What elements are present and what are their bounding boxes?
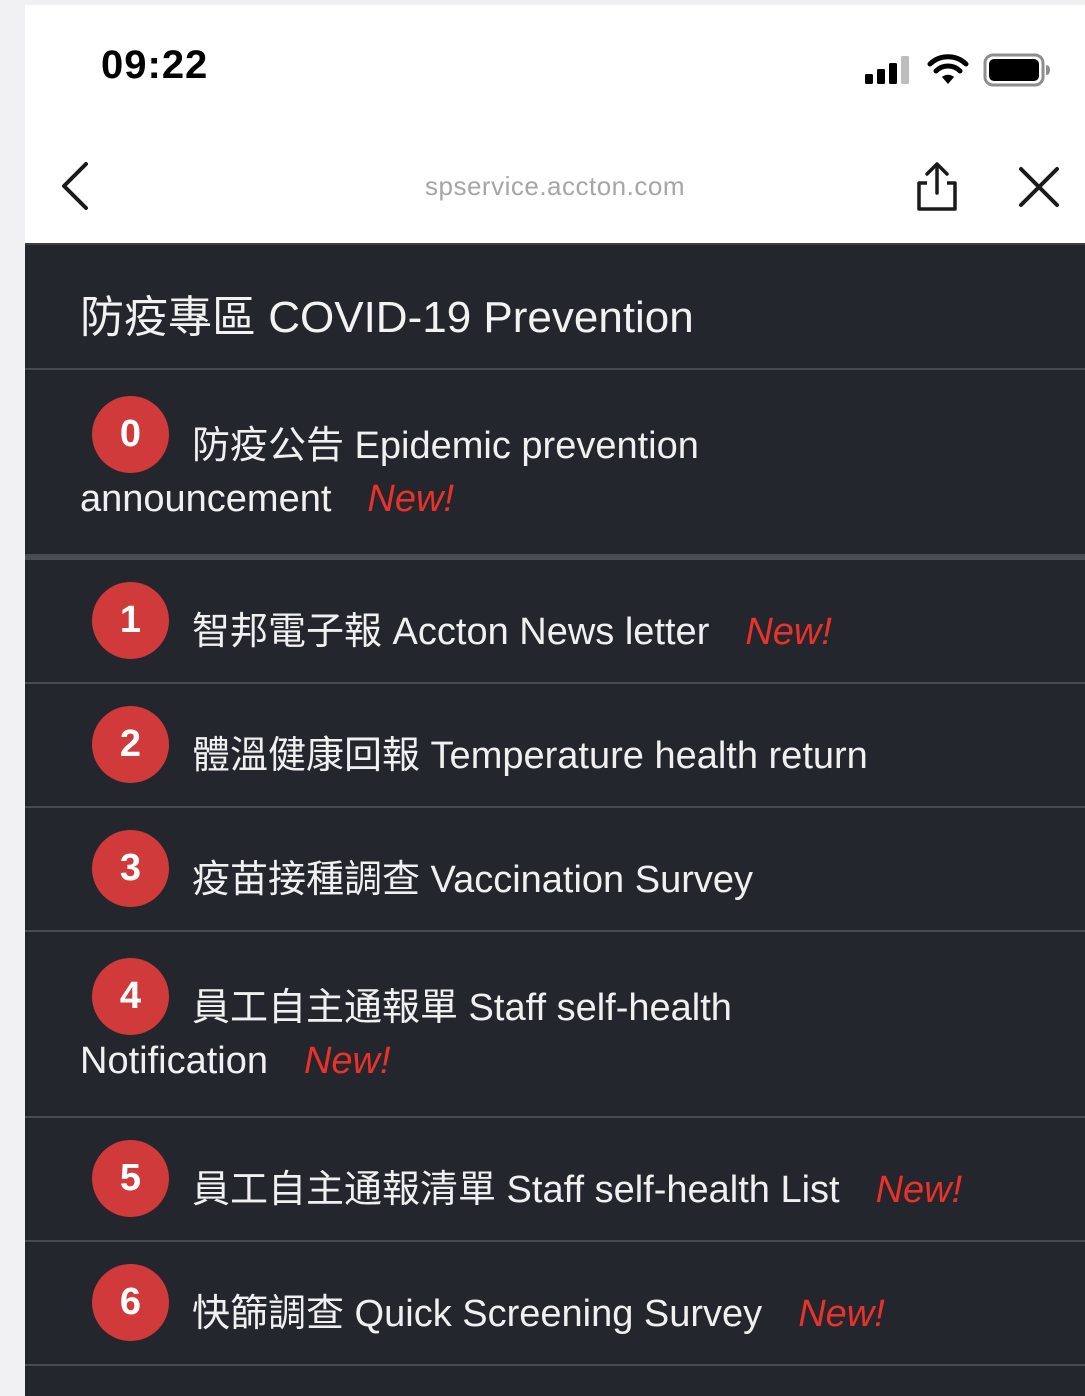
menu-item-label-row: 快篩調查 Quick Screening Survey New! [192,1282,885,1337]
page-content: 防疫專區 COVID-19 Prevention 0 防疫公告 Epidemic… [25,243,1085,1396]
new-tag: New! [367,478,454,520]
menu-item-label: 疫苗接種調查 Vaccination Survey [192,859,754,901]
number-badge: 2 [92,706,169,783]
menu-item-label-row: 員工自主通報清單 Staff self-health List New! [192,1158,962,1213]
menu-item-label: 防疫公告 Epidemic prevention [192,425,699,467]
menu-item-label: 智邦電子報 Accton News letter [192,611,710,653]
menu-item-vaccination-survey[interactable]: 3 疫苗接種調查 Vaccination Survey [25,808,1085,932]
menu-item-label: 員工自主通報單 Staff self-health [192,987,732,1029]
number-badge: 1 [92,582,169,659]
number-badge: 6 [92,1264,169,1341]
share-button[interactable] [913,161,961,213]
wifi-icon [927,54,969,84]
menu-item-label-line2: Notification [80,1040,268,1082]
menu-item-label: 體溫健康回報 Temperature health return [192,735,868,777]
status-bar: 09:22 [25,5,1085,125]
menu-item-temperature-health-return[interactable]: 2 體溫健康回報 Temperature health return [25,684,1085,808]
menu-item-label: 快篩調查 Quick Screening Survey [192,1293,763,1335]
status-icons [865,50,1053,90]
menu-item-quick-screening-survey[interactable]: 6 快篩調查 Quick Screening Survey New! [25,1242,1085,1366]
menu-item-news-letter[interactable]: 1 智邦電子報 Accton News letter New! [25,560,1085,684]
menu-item-label-row: 智邦電子報 Accton News letter New! [192,600,832,655]
close-icon [1019,167,1059,207]
new-tag: New! [798,1293,885,1335]
page-title: 防疫專區 COVID-19 Prevention [25,245,1085,370]
menu-item-label-continued: Notification New! [80,1040,391,1083]
browser-toolbar: spservice.accton.com [25,125,1085,243]
close-button[interactable] [1017,165,1061,209]
number-badge: 4 [92,958,169,1035]
menu-item-label: 員工自主通報清單 Staff self-health List [192,1169,840,1211]
battery-icon [983,53,1050,87]
menu-item-label-continued: announcement New! [80,478,454,521]
cellular-signal-icon [865,56,909,84]
new-tag: New! [875,1169,963,1211]
number-badge: 3 [92,830,169,907]
phone-screen: 09:22 spservice.accton.com 防疫專區 COVID-19… [25,5,1085,1396]
status-time: 09:22 [101,43,209,87]
menu-item-label-line2: announcement [80,478,332,520]
number-badge: 0 [92,396,169,473]
new-tag: New! [303,1040,391,1082]
menu-item-staff-self-health-notification[interactable]: 4 員工自主通報單 Staff self-health Notification… [25,932,1085,1118]
menu-item-epidemic-announcement[interactable]: 0 防疫公告 Epidemic prevention announcement N… [25,370,1085,556]
new-tag: New! [745,611,832,653]
menu-item-staff-self-health-list[interactable]: 5 員工自主通報清單 Staff self-health List New! [25,1118,1085,1242]
share-icon [917,162,957,211]
number-badge: 5 [92,1140,169,1217]
